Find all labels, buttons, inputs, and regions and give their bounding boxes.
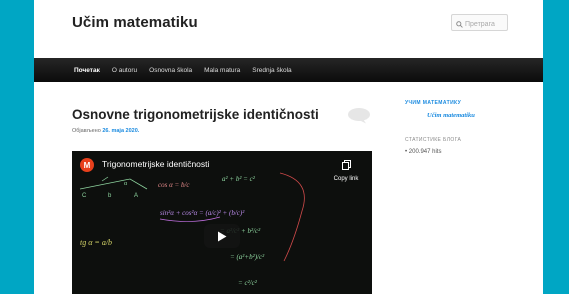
bullet-icon: • bbox=[405, 149, 408, 155]
board-eq-identity: sin²α + cos²α = (a/c)² + (b/c)² bbox=[160, 209, 245, 217]
board-eq-tg: tg α = a/b bbox=[80, 238, 112, 247]
copy-link-button[interactable]: Copy link bbox=[329, 157, 363, 182]
board-eq-cos: cos α = b/c bbox=[158, 181, 190, 189]
board-label-c: C bbox=[82, 193, 87, 199]
nav-item-elementary[interactable]: Osnovna škola bbox=[149, 67, 192, 74]
board-eq-step2: = (a²+b²)/c² bbox=[230, 253, 265, 261]
blog-hits-count: • 200.947 hits bbox=[405, 149, 441, 155]
widget-title-ucim: УЧИМ МАТЕМАТИКУ bbox=[405, 100, 462, 106]
chalkboard-drawing: C b A α a² + b² = c² cos α = b/c sin²α +… bbox=[79, 172, 305, 287]
copy-icon bbox=[341, 160, 351, 170]
search-input[interactable]: Претрага bbox=[465, 21, 495, 28]
board-label-alpha: α bbox=[124, 181, 128, 187]
board-eq-step3: = c²/c² bbox=[238, 279, 258, 287]
post-title[interactable]: Osnovne trigonometrijske identičnosti bbox=[72, 107, 319, 122]
widget-link-ucim[interactable]: Učim matematiku bbox=[427, 112, 475, 119]
play-icon bbox=[218, 231, 227, 241]
board-eq-pythagoras: a² + b² = c² bbox=[222, 175, 256, 183]
widget-title-stats: СТАТИСТИКЕ БЛОГА bbox=[405, 137, 462, 143]
nav-item-home[interactable]: Почетак bbox=[74, 67, 100, 74]
search-box[interactable]: Претрага bbox=[451, 14, 508, 31]
post-meta: Објављено 26. maja 2020. bbox=[72, 128, 139, 134]
nav-item-high-school[interactable]: Srednja škola bbox=[252, 67, 291, 74]
page-container: Učim matematiku Претрага Почетак O autor… bbox=[34, 0, 543, 294]
search-icon bbox=[456, 20, 463, 28]
video-player[interactable]: C b A α a² + b² = c² cos α = b/c sin²α +… bbox=[72, 151, 372, 294]
right-background-bar bbox=[543, 0, 569, 294]
board-label-a: A bbox=[134, 193, 138, 199]
board-label-b: b bbox=[108, 193, 112, 199]
nav-item-about[interactable]: O autoru bbox=[112, 67, 137, 74]
post-date[interactable]: 26. maja 2020. bbox=[102, 128, 139, 134]
video-title[interactable]: Trigonometrijske identičnosti bbox=[102, 159, 209, 169]
site-title[interactable]: Učim matematiku bbox=[72, 14, 198, 31]
channel-logo[interactable]: M bbox=[80, 158, 94, 172]
blog-hits-value: 200.947 hits bbox=[408, 149, 442, 155]
main-navigation: Почетак O autoru Osnovna škola Mala matu… bbox=[34, 58, 543, 82]
comment-bubble-icon[interactable] bbox=[347, 107, 371, 124]
copy-link-label: Copy link bbox=[333, 176, 359, 182]
left-background-bar bbox=[0, 0, 34, 294]
post-meta-prefix: Објављено bbox=[72, 128, 101, 134]
nav-item-small-matura[interactable]: Mala matura bbox=[204, 67, 240, 74]
play-button[interactable] bbox=[204, 224, 240, 248]
